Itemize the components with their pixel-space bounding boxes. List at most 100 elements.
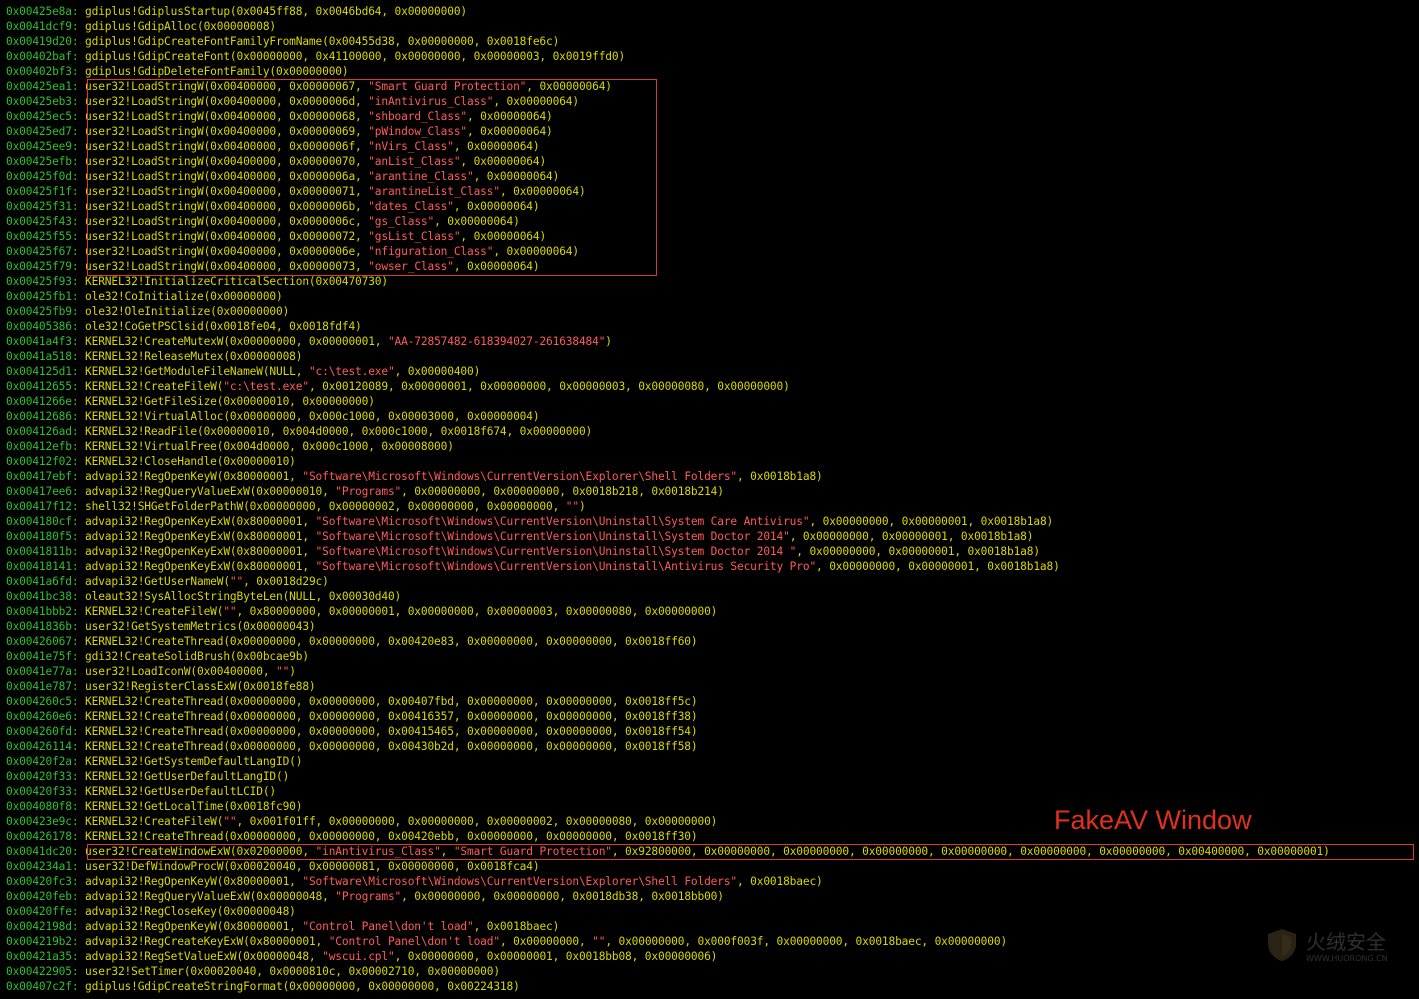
- log-line: 0x0042198d: advapi32!RegOpenKeyW(0x80000…: [6, 919, 1330, 934]
- log-line: 0x0041a518: KERNEL32!ReleaseMutex(0x0000…: [6, 349, 1330, 364]
- log-string-arg: "dates_Class": [368, 200, 454, 213]
- watermark-text-cn: 火绒安全: [1306, 930, 1386, 954]
- log-call-text: KERNEL32!GetModuleFileNameW(NULL,: [85, 365, 309, 378]
- log-call-text: , 0x00000064): [467, 110, 553, 123]
- log-call-text: KERNEL32!GetUserDefaultLangID(): [85, 770, 290, 783]
- log-line: 0x00402bf3: gdiplus!GdipDeleteFontFamily…: [6, 64, 1330, 79]
- log-line: 0x00405386: ole32!CoGetPSClsid(0x0018fe0…: [6, 319, 1330, 334]
- log-call-text: gdiplus!GdipCreateFont(0x00000000, 0x411…: [85, 50, 626, 63]
- log-string-arg: "arantine_Class": [368, 170, 474, 183]
- fakeav-window-caption: FakeAV Window: [1054, 805, 1252, 835]
- log-line: 0x00425fb9: ole32!OleInitialize(0x000000…: [6, 304, 1330, 319]
- log-string-arg: "anList_Class": [368, 155, 461, 168]
- log-call-text: ): [605, 335, 612, 348]
- log-address: 0x00417ebf:: [6, 470, 86, 483]
- log-address: 0x00420f2a:: [6, 755, 86, 768]
- log-line: 0x0041266e: KERNEL32!GetFileSize(0x00000…: [6, 394, 1330, 409]
- log-address: 0x00412686:: [6, 410, 86, 423]
- log-string-arg: "Software\Microsoft\Windows\CurrentVersi…: [315, 545, 797, 558]
- shield-logo-icon: [1268, 929, 1296, 961]
- log-address: 0x004219b2:: [6, 935, 86, 948]
- log-address: 0x0041a4f3:: [6, 335, 86, 348]
- log-line: 0x00425f1f: user32!LoadStringW(0x0040000…: [6, 184, 1330, 199]
- log-line: 0x00417ee6: advapi32!RegQueryValueExW(0x…: [6, 484, 1330, 499]
- log-line: 0x00425f0d: user32!LoadStringW(0x0040000…: [6, 169, 1330, 184]
- log-line: 0x0041e75f: gdi32!CreateSolidBrush(0x00b…: [6, 649, 1330, 664]
- log-string-arg: "wscui.cpl": [322, 950, 395, 963]
- log-call-text: ole32!CoInitialize(0x00000000): [85, 290, 283, 303]
- log-call-text: KERNEL32!GetUserDefaultLCID(): [85, 785, 277, 798]
- log-call-text: , 0x00000064): [460, 155, 547, 168]
- log-call-text: gdiplus!GdipCreateStringFormat(0x0000000…: [85, 980, 520, 993]
- log-string-arg: "nfiguration_Class": [368, 245, 494, 258]
- log-string-arg: "Software\Microsoft\Windows\CurrentVersi…: [315, 530, 790, 543]
- log-line: 0x00412f02: KERNEL32!CloseHandle(0x00000…: [6, 454, 1330, 469]
- log-call-text: user32!LoadStringW(0x00400000, 0x0000006…: [85, 140, 369, 153]
- log-call-text: ): [578, 500, 586, 513]
- log-string-arg: "inAntivirus_Class": [368, 95, 494, 108]
- log-call-text: advapi32!GetUserNameW(: [85, 575, 230, 588]
- log-call-text: user32!LoadStringW(0x00400000, 0x0000007…: [85, 230, 369, 243]
- log-line: 0x00425ed7: user32!LoadStringW(0x0040000…: [6, 124, 1330, 139]
- log-address: 0x00421a35:: [6, 950, 86, 963]
- log-string-arg: "Smart Guard Protection": [453, 845, 612, 858]
- log-line: 0x00402baf: gdiplus!GdipCreateFont(0x000…: [6, 49, 1330, 64]
- log-line: 0x00425f43: user32!LoadStringW(0x0040000…: [6, 214, 1330, 229]
- log-call-text: , 0x00000000, 0x00000001, 0x0018b1a8): [796, 545, 1040, 558]
- log-line: 0x00425f67: user32!LoadStringW(0x0040000…: [6, 244, 1330, 259]
- log-string-arg: "": [223, 605, 237, 618]
- log-address: 0x0041e787:: [6, 680, 86, 693]
- log-call-text: , 0x00000064): [434, 215, 520, 228]
- log-address: 0x00418141:: [6, 560, 86, 573]
- log-call-text: , 0x00000000, 0x00000001, 0x0018bb08, 0x…: [394, 950, 718, 963]
- log-call-text: , 0x0018d29c): [243, 575, 329, 588]
- log-line: 0x00418141: advapi32!RegOpenKeyExW(0x800…: [6, 559, 1330, 574]
- log-address: 0x0041266e:: [6, 395, 86, 408]
- log-call-text: gdiplus!GdipAlloc(0x00000008): [85, 20, 277, 33]
- log-address: 0x004260fd:: [6, 725, 86, 738]
- log-address: 0x00405386:: [6, 320, 86, 333]
- log-call-text: , 0x001f01ff, 0x00000000, 0x00000000, 0x…: [236, 815, 718, 828]
- log-call-text: ): [289, 665, 296, 678]
- log-line: 0x00412686: KERNEL32!VirtualAlloc(0x0000…: [6, 409, 1330, 424]
- log-address: 0x00425f43:: [6, 215, 86, 228]
- log-call-text: , 0x0018b1a8): [737, 470, 823, 483]
- log-call-text: , 0x00000400): [394, 365, 481, 378]
- log-address: 0x00425e8a:: [6, 5, 86, 18]
- log-address: 0x00425ee9:: [6, 140, 86, 153]
- log-line: 0x0041dcf9: gdiplus!GdipAlloc(0x00000008…: [6, 19, 1330, 34]
- log-line: 0x0041a6fd: advapi32!GetUserNameW("", 0x…: [6, 574, 1330, 589]
- log-string-arg: "c:\test.exe": [308, 365, 395, 378]
- log-call-text: user32!LoadStringW(0x00400000, 0x0000007…: [85, 185, 369, 198]
- log-address: 0x004234a1:: [6, 860, 86, 873]
- log-call-text: gdi32!CreateSolidBrush(0x00bcae9b): [85, 650, 309, 663]
- log-call-text: KERNEL32!CreateThread(0x00000000, 0x0000…: [85, 695, 698, 708]
- log-call-text: advapi32!RegCreateKeyExW(0x80000001,: [85, 935, 329, 948]
- log-string-arg: "": [276, 665, 290, 678]
- log-call-text: , 0x00000064): [453, 140, 540, 153]
- log-address: 0x00417ee6:: [6, 485, 86, 498]
- log-call-text: user32!LoadStringW(0x00400000, 0x0000006…: [85, 95, 369, 108]
- log-line: 0x004260fd: KERNEL32!CreateThread(0x0000…: [6, 724, 1330, 739]
- log-call-text: , 0x00000000,: [499, 935, 593, 948]
- log-address: 0x0041a6fd:: [6, 575, 86, 588]
- log-string-arg: "arantineList_Class": [368, 185, 500, 198]
- log-call-text: KERNEL32!GetLocalTime(0x0018fc90): [85, 800, 303, 813]
- log-line: 0x0041dc20: user32!CreateWindowExW(0x020…: [6, 844, 1330, 859]
- log-line: 0x00417f12: shell32!SHGetFolderPathW(0x0…: [6, 499, 1330, 514]
- log-address: 0x004180f5:: [6, 530, 86, 543]
- log-line: 0x004125d1: KERNEL32!GetModuleFileNameW(…: [6, 364, 1330, 379]
- log-address: 0x00425f55:: [6, 230, 86, 243]
- log-address: 0x0041bc38:: [6, 590, 86, 603]
- log-string-arg: "gs_Class": [368, 215, 435, 228]
- log-line: 0x004126ad: KERNEL32!ReadFile(0x00000010…: [6, 424, 1330, 439]
- log-call-text: advapi32!RegOpenKeyExW(0x80000001,: [85, 530, 316, 543]
- log-line: 0x004260e6: KERNEL32!CreateThread(0x0000…: [6, 709, 1330, 724]
- log-string-arg: "Software\Microsoft\Windows\CurrentVersi…: [302, 875, 737, 888]
- log-call-text: gdiplus!GdipDeleteFontFamily(0x00000000): [85, 65, 349, 78]
- log-string-arg: "shboard_Class": [368, 110, 468, 123]
- log-call-text: advapi32!RegOpenKeyExW(0x80000001,: [85, 545, 316, 558]
- log-call-text: KERNEL32!InitializeCriticalSection(0x004…: [85, 275, 388, 288]
- log-address: 0x00420f33:: [6, 770, 86, 783]
- log-address: 0x00412f02:: [6, 455, 86, 468]
